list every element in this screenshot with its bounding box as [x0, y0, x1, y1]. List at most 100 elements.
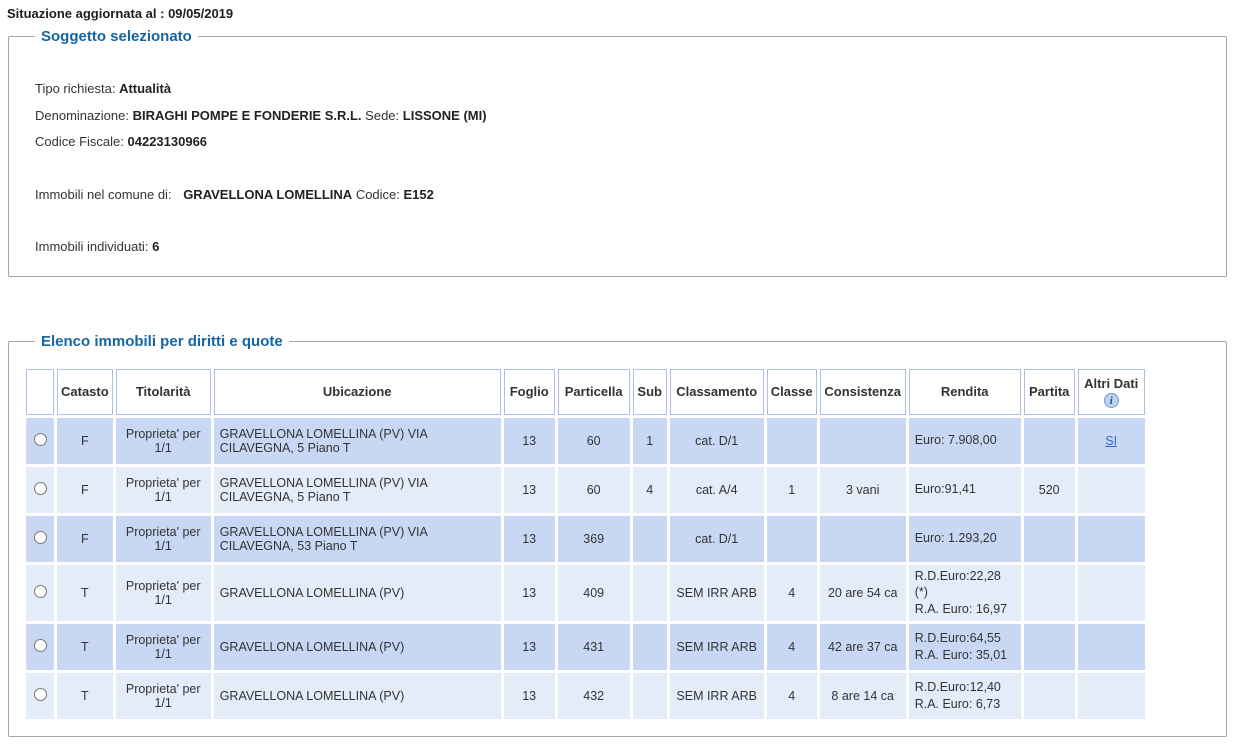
ubicazione-cell: GRAVELLONA LOMELLINA (PV) VIA CILAVEGNA,… [214, 418, 501, 464]
altri-dati-header-label: Altri Dati [1084, 376, 1138, 391]
particella-cell: 409 [558, 565, 630, 622]
tipo-richiesta-label: Tipo richiesta: [35, 81, 115, 96]
row-select-radio[interactable] [34, 482, 47, 495]
foglio-cell: 13 [504, 565, 555, 622]
titolarita-cell: Proprieta' per 1/1 [116, 418, 211, 464]
column-header-sub: Sub [633, 369, 667, 415]
altri-dati-cell [1078, 516, 1145, 562]
codice-comune-value: E152 [404, 187, 434, 202]
codice-fiscale-line: Codice Fiscale: 04223130966 [35, 132, 1200, 152]
subject-panel-legend: Soggetto selezionato [35, 28, 198, 45]
column-header-classe: Classe [767, 369, 817, 415]
classe-cell [767, 418, 817, 464]
rendita-cell: Euro:91,41 [909, 467, 1021, 513]
titolarita-cell: Proprieta' per 1/1 [116, 673, 211, 719]
row-select-cell [26, 516, 54, 562]
codice-fiscale-label: Codice Fiscale: [35, 134, 124, 149]
status-updated-line: Situazione aggiornata al : 09/05/2019 [7, 6, 1227, 21]
partita-cell [1024, 418, 1075, 464]
partita-cell [1024, 516, 1075, 562]
partita-cell [1024, 565, 1075, 622]
partita-cell [1024, 624, 1075, 670]
codice-fiscale-value: 04223130966 [128, 134, 208, 149]
consistenza-cell: 42 are 37 ca [820, 624, 906, 670]
denominazione-label: Denominazione: [35, 108, 129, 123]
row-select-radio[interactable] [34, 433, 47, 446]
immobili-panel-legend: Elenco immobili per diritti e quote [35, 333, 289, 350]
tipo-richiesta-value: Attualità [119, 81, 171, 96]
ubicazione-cell: GRAVELLONA LOMELLINA (PV) VIA CILAVEGNA,… [214, 467, 501, 513]
row-select-radio[interactable] [34, 585, 47, 598]
codice-comune-label: Codice: [356, 187, 400, 202]
immobili-table: Catasto Titolarità Ubicazione Foglio Par… [23, 366, 1148, 723]
catasto-cell: T [57, 673, 113, 719]
row-select-cell [26, 418, 54, 464]
row-select-cell [26, 467, 54, 513]
particella-cell: 431 [558, 624, 630, 670]
spacer [35, 159, 1200, 185]
info-icon[interactable]: i [1104, 393, 1119, 408]
classe-cell: 4 [767, 624, 817, 670]
catasto-cell: F [57, 467, 113, 513]
subject-panel-content: Tipo richiesta: Attualità Denominazione:… [21, 49, 1214, 257]
partita-cell: 520 [1024, 467, 1075, 513]
table-row: T Proprieta' per 1/1 GRAVELLONA LOMELLIN… [26, 565, 1145, 622]
foglio-cell: 13 [504, 516, 555, 562]
rendita-cell: R.D.Euro:12,40 R.A. Euro: 6,73 [909, 673, 1021, 719]
classamento-cell: cat. D/1 [670, 516, 764, 562]
titolarita-cell: Proprieta' per 1/1 [116, 624, 211, 670]
catasto-cell: F [57, 418, 113, 464]
sede-label: Sede: [365, 108, 399, 123]
row-select-radio[interactable] [34, 639, 47, 652]
sub-cell [633, 673, 667, 719]
classe-cell: 4 [767, 673, 817, 719]
column-header-ubicazione: Ubicazione [214, 369, 501, 415]
denominazione-line: Denominazione: BIRAGHI POMPE E FONDERIE … [35, 106, 1200, 126]
rendita-cell: Euro: 7.908,00 [909, 418, 1021, 464]
ubicazione-cell: GRAVELLONA LOMELLINA (PV) [214, 673, 501, 719]
altri-dati-cell [1078, 624, 1145, 670]
table-row: T Proprieta' per 1/1 GRAVELLONA LOMELLIN… [26, 673, 1145, 719]
titolarita-cell: Proprieta' per 1/1 [116, 565, 211, 622]
ubicazione-cell: GRAVELLONA LOMELLINA (PV) [214, 624, 501, 670]
rendita-cell: R.D.Euro:64,55 R.A. Euro: 35,01 [909, 624, 1021, 670]
row-select-radio[interactable] [34, 531, 47, 544]
subject-panel: Soggetto selezionato Tipo richiesta: Att… [8, 28, 1227, 277]
rendita-cell: Euro: 1.293,20 [909, 516, 1021, 562]
altri-dati-cell [1078, 565, 1145, 622]
row-select-radio[interactable] [34, 688, 47, 701]
table-row: F Proprieta' per 1/1 GRAVELLONA LOMELLIN… [26, 418, 1145, 464]
classe-cell: 1 [767, 467, 817, 513]
row-select-cell [26, 565, 54, 622]
particella-cell: 60 [558, 418, 630, 464]
consistenza-cell [820, 418, 906, 464]
catasto-cell: T [57, 624, 113, 670]
altri-dati-cell: SI [1078, 418, 1145, 464]
particella-cell: 369 [558, 516, 630, 562]
tipo-richiesta-line: Tipo richiesta: Attualità [35, 79, 1200, 99]
sub-cell: 1 [633, 418, 667, 464]
ubicazione-cell: GRAVELLONA LOMELLINA (PV) VIA CILAVEGNA,… [214, 516, 501, 562]
catasto-cell: T [57, 565, 113, 622]
partita-cell [1024, 673, 1075, 719]
table-header-row: Catasto Titolarità Ubicazione Foglio Par… [26, 369, 1145, 415]
table-row: F Proprieta' per 1/1 GRAVELLONA LOMELLIN… [26, 516, 1145, 562]
classe-cell [767, 516, 817, 562]
table-row: T Proprieta' per 1/1 GRAVELLONA LOMELLIN… [26, 624, 1145, 670]
comune-label: Immobili nel comune di: [35, 187, 172, 202]
classamento-cell: cat. D/1 [670, 418, 764, 464]
row-select-cell [26, 673, 54, 719]
catasto-cell: F [57, 516, 113, 562]
altri-dati-link[interactable]: SI [1105, 434, 1117, 448]
sede-value: LISSONE (MI) [403, 108, 487, 123]
spacer [35, 211, 1200, 237]
altri-dati-cell [1078, 467, 1145, 513]
foglio-cell: 13 [504, 624, 555, 670]
foglio-cell: 13 [504, 418, 555, 464]
titolarita-cell: Proprieta' per 1/1 [116, 467, 211, 513]
sub-cell [633, 516, 667, 562]
immobili-panel: Elenco immobili per diritti e quote Cata… [8, 333, 1227, 738]
classamento-cell: cat. A/4 [670, 467, 764, 513]
column-header-altri-dati: Altri Dati i [1078, 369, 1145, 415]
foglio-cell: 13 [504, 467, 555, 513]
